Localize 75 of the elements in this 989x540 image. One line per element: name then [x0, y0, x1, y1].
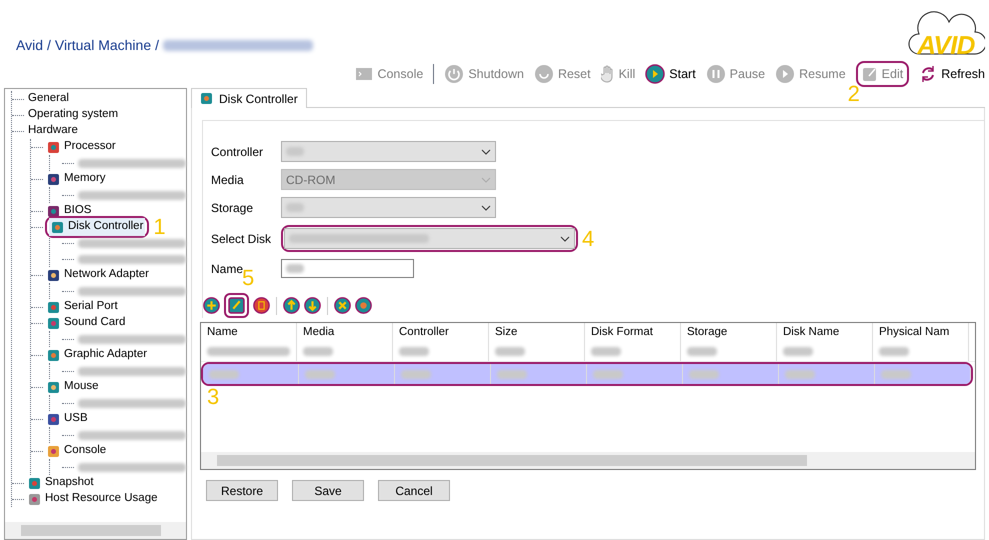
- tree-item[interactable]: Mouse: [45, 378, 101, 396]
- tree-item[interactable]: Operating system: [26, 106, 120, 124]
- plus-icon[interactable]: [203, 297, 220, 314]
- play-icon: [645, 64, 666, 84]
- blurred-text: [286, 264, 304, 273]
- callout-number: 3: [207, 384, 220, 409]
- tree-item[interactable]: Snapshot: [26, 474, 96, 492]
- chevron-down-icon: [481, 204, 491, 210]
- field-label: Controller: [211, 144, 264, 160]
- callout-number: 4: [582, 228, 594, 250]
- power-icon: [444, 64, 464, 84]
- blurred-text: [286, 147, 304, 156]
- toolbar-button[interactable]: Start: [645, 64, 696, 84]
- field-label: Storage: [211, 200, 254, 216]
- blurred-text: [783, 346, 813, 356]
- edit-icon: [862, 66, 878, 82]
- blurred-text: [209, 370, 239, 378]
- blurred-text: [495, 346, 525, 356]
- reset-icon: [534, 64, 554, 84]
- tree-item[interactable]: Network Adapter: [45, 266, 152, 284]
- hand-icon: [600, 65, 615, 83]
- blurred-text: [497, 370, 527, 378]
- tree-item[interactable]: USB: [45, 410, 90, 428]
- breadcrumb-text[interactable]: Virtual Machine: [54, 35, 152, 56]
- tree-item[interactable]: Hardware: [26, 122, 80, 140]
- callout-number: 5: [242, 265, 254, 290]
- field-label: Select Disk: [211, 230, 272, 248]
- pause-icon: [706, 64, 726, 84]
- play-icon: [775, 64, 796, 84]
- tree-item[interactable]: General: [26, 90, 71, 108]
- field-label: Media: [211, 172, 245, 188]
- chevron-down-icon: [560, 236, 570, 242]
- blurred-text: [593, 370, 623, 378]
- tree-item[interactable]: Graphic Adapter: [45, 346, 150, 364]
- blurred-text: [305, 370, 335, 378]
- close-icon[interactable]: [334, 297, 351, 314]
- tree-item[interactable]: Memory: [45, 170, 108, 188]
- chevron-down-icon: [481, 148, 491, 154]
- breadcrumb-text[interactable]: Avid: [16, 35, 43, 56]
- blurred-text: [687, 346, 717, 356]
- blurred-text: [399, 346, 429, 356]
- terminal-icon: [355, 66, 374, 82]
- toolbar-button[interactable]: Refresh: [919, 64, 985, 84]
- input-field[interactable]: [281, 259, 414, 278]
- callout-number: 2: [848, 80, 860, 106]
- callout-number: 1: [153, 216, 166, 238]
- tree-item[interactable]: Disk Controller: [49, 218, 146, 236]
- tree-item[interactable]: Sound Card: [45, 314, 128, 332]
- tree-item[interactable]: Console: [45, 442, 108, 460]
- scrollbar[interactable]: [5, 522, 186, 539]
- blurred-text: [879, 346, 909, 356]
- tree-item[interactable]: BIOS: [45, 202, 94, 220]
- blurred-text: [785, 370, 815, 378]
- blurred-text: [286, 203, 304, 212]
- tab[interactable]: Disk Controller: [191, 88, 307, 108]
- scrollbar[interactable]: [201, 452, 975, 469]
- blurred-text: [401, 370, 431, 378]
- tree-item[interactable]: Processor: [45, 138, 118, 156]
- arrow-up-icon[interactable]: [283, 297, 300, 314]
- action-button[interactable]: Save: [292, 480, 364, 501]
- action-button[interactable]: Restore: [206, 480, 278, 501]
- blurred-text: [591, 346, 621, 356]
- blurred-text: [689, 370, 719, 378]
- edit-icon[interactable]: [228, 297, 245, 314]
- chevron-down-icon: [481, 176, 491, 182]
- tree-item[interactable]: Host Resource Usage: [26, 490, 160, 508]
- blurred-text: [303, 346, 333, 356]
- breadcrumb-text: /: [155, 36, 160, 55]
- breadcrumb-text: /: [46, 36, 51, 55]
- action-button[interactable]: Cancel: [378, 480, 450, 501]
- blurred-text: [881, 370, 911, 378]
- arrow-down-icon[interactable]: [304, 297, 321, 314]
- trash-icon[interactable]: [253, 297, 270, 314]
- disc-icon[interactable]: [355, 297, 372, 314]
- tree-item[interactable]: Serial Port: [45, 298, 120, 316]
